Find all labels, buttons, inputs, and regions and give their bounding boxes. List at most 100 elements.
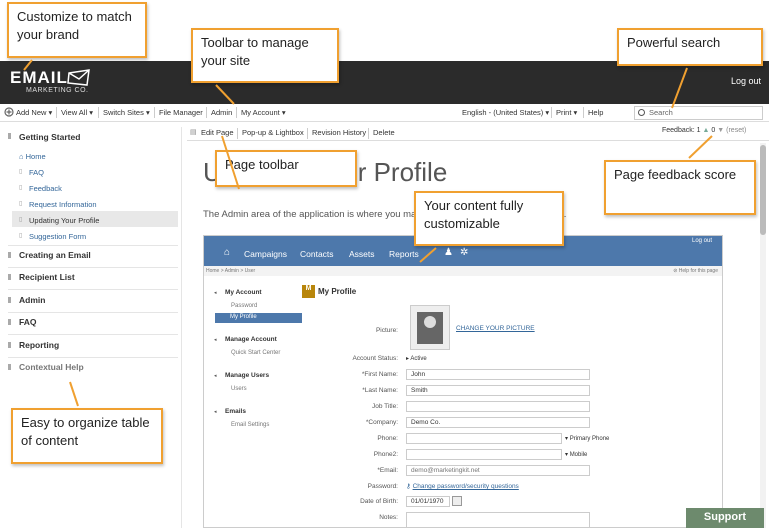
divider xyxy=(8,357,178,358)
logo-sub-text: MARKETING CO. xyxy=(26,87,89,94)
phone2-label: Phone2: xyxy=(373,451,398,458)
ss-password[interactable]: Password xyxy=(231,303,257,309)
revision-history-button[interactable]: Revision History xyxy=(312,128,366,137)
divider xyxy=(551,107,552,118)
view-all-menu[interactable]: View All ▾ xyxy=(61,108,93,117)
toc-item-faq[interactable]: FAQ xyxy=(29,168,44,177)
divider xyxy=(8,267,178,268)
phone2-type-select[interactable]: ▾ Mobile xyxy=(565,451,587,458)
toc-reporting[interactable]: Reporting xyxy=(19,340,59,350)
profile-icon: M xyxy=(302,285,315,298)
edit-page-button[interactable]: Edit Page xyxy=(201,128,234,137)
section-bullet: ◂ xyxy=(214,337,217,343)
first-name-field[interactable]: John xyxy=(406,369,590,380)
toc-faq[interactable]: FAQ xyxy=(19,317,36,327)
delete-button[interactable]: Delete xyxy=(373,128,395,137)
thumbs-up-icon[interactable]: ▲ xyxy=(703,127,710,134)
toc-item-suggestion-form[interactable]: Suggestion Form xyxy=(29,232,86,241)
nav-reports[interactable]: Reports xyxy=(389,249,419,259)
divider xyxy=(8,245,178,246)
ss-manage-account[interactable]: Manage Account xyxy=(225,336,277,343)
company-field[interactable]: Demo Co. xyxy=(406,417,590,428)
toc-contextual-help[interactable]: Contextual Help xyxy=(19,362,84,372)
last-name-label: *Last Name: xyxy=(362,387,398,394)
avatar[interactable] xyxy=(410,305,450,350)
page-icon: ▯ xyxy=(19,217,23,223)
divider xyxy=(206,107,207,118)
phone2-field[interactable] xyxy=(406,449,562,460)
my-account-menu[interactable]: My Account ▾ xyxy=(241,108,286,117)
ss-my-account[interactable]: My Account xyxy=(225,289,262,296)
toc-recipient-list[interactable]: Recipient List xyxy=(19,272,75,282)
feedback-reset-link[interactable]: (reset) xyxy=(726,127,746,134)
toc-item-home[interactable]: ⌂ Home xyxy=(19,152,46,161)
thumbs-down-icon[interactable]: ▼ xyxy=(717,127,724,134)
calendar-icon[interactable] xyxy=(452,496,462,506)
language-select[interactable]: English - (United States) ▾ xyxy=(462,108,549,117)
brand-logo[interactable]: EMAIL MARKETING CO. xyxy=(10,68,90,94)
ss-my-profile[interactable]: My Profile xyxy=(215,313,302,323)
toc-item-feedback[interactable]: Feedback xyxy=(29,184,62,193)
popup-lightbox-button[interactable]: Pop-up & Lightbox xyxy=(242,128,304,137)
phone-type-select[interactable]: ▾ Primary Phone xyxy=(565,435,609,442)
page-icon xyxy=(8,274,11,280)
toc-getting-started[interactable]: Getting Started xyxy=(19,132,80,142)
page-icon: ▯ xyxy=(19,201,23,207)
ss-users[interactable]: Users xyxy=(231,386,247,392)
logout-link[interactable]: Log out xyxy=(731,76,761,86)
phone-field[interactable] xyxy=(406,433,562,444)
divider xyxy=(8,334,178,335)
section-bullet: ◂ xyxy=(214,373,217,379)
table-of-contents xyxy=(0,127,182,528)
toc-creating-email[interactable]: Creating an Email xyxy=(19,250,91,260)
nav-assets[interactable]: Assets xyxy=(349,249,375,259)
change-password-link[interactable]: ⚷ Change password/security questions xyxy=(406,482,519,490)
file-manager-link[interactable]: File Manager xyxy=(159,108,203,117)
breadcrumb-text[interactable]: Home > Admin > User xyxy=(206,268,255,274)
page-icon xyxy=(8,319,11,325)
ss-quick-start[interactable]: Quick Start Center xyxy=(231,350,280,356)
page-icon: ▯ xyxy=(19,233,23,239)
dob-field[interactable]: 01/01/1970 xyxy=(406,496,450,507)
support-button[interactable]: Support xyxy=(686,508,764,528)
help-link[interactable]: Help xyxy=(588,108,603,117)
scrollbar-thumb[interactable] xyxy=(760,145,766,235)
change-picture-link[interactable]: CHANGE YOUR PICTURE xyxy=(456,325,535,332)
divider xyxy=(307,128,308,139)
app-logout-link[interactable]: Log out xyxy=(692,238,712,244)
switch-sites-menu[interactable]: Switch Sites ▾ xyxy=(103,108,150,117)
gear-icon[interactable]: ✲ xyxy=(460,247,468,258)
search-input[interactable]: Search xyxy=(634,106,763,120)
last-name-field[interactable]: Smith xyxy=(406,385,590,396)
section-bullet: ◂ xyxy=(214,290,217,296)
toc-admin[interactable]: Admin xyxy=(19,295,45,305)
user-icon[interactable]: ♟ xyxy=(444,247,453,258)
ss-emails[interactable]: Emails xyxy=(225,408,246,415)
print-menu[interactable]: Print ▾ xyxy=(556,108,577,117)
breadcrumb: Home > Admin > User ⊘ Help for this page xyxy=(204,266,722,276)
notes-field[interactable] xyxy=(406,512,590,528)
divider xyxy=(236,107,237,118)
nav-campaigns[interactable]: Campaigns xyxy=(244,249,287,259)
logo-main-text: EMAIL xyxy=(10,68,68,87)
divider xyxy=(583,107,584,118)
add-new-menu[interactable]: Add New ▾ xyxy=(16,108,52,117)
picture-label: Picture: xyxy=(375,327,398,334)
divider xyxy=(237,128,238,139)
key-icon: ⚷ xyxy=(406,483,411,490)
divider xyxy=(368,128,369,139)
ss-email-settings[interactable]: Email Settings xyxy=(231,422,269,428)
email-label: *Email: xyxy=(377,467,398,474)
toc-item-updating-profile[interactable]: Updating Your Profile xyxy=(29,216,99,225)
home-icon: ⌂ xyxy=(19,152,24,161)
job-title-field[interactable] xyxy=(406,401,590,412)
admin-link[interactable]: Admin xyxy=(211,108,232,117)
home-icon[interactable]: ⌂ xyxy=(224,247,230,258)
page-icon xyxy=(8,252,11,258)
email-field[interactable]: demo@marketingkit.net xyxy=(406,465,590,476)
ss-manage-users[interactable]: Manage Users xyxy=(225,372,269,379)
toc-item-request-information[interactable]: Request Information xyxy=(29,200,97,209)
help-page-link[interactable]: ⊘ Help for this page xyxy=(673,268,718,274)
dob-label: Date of Birth: xyxy=(360,498,398,505)
nav-contacts[interactable]: Contacts xyxy=(300,249,334,259)
